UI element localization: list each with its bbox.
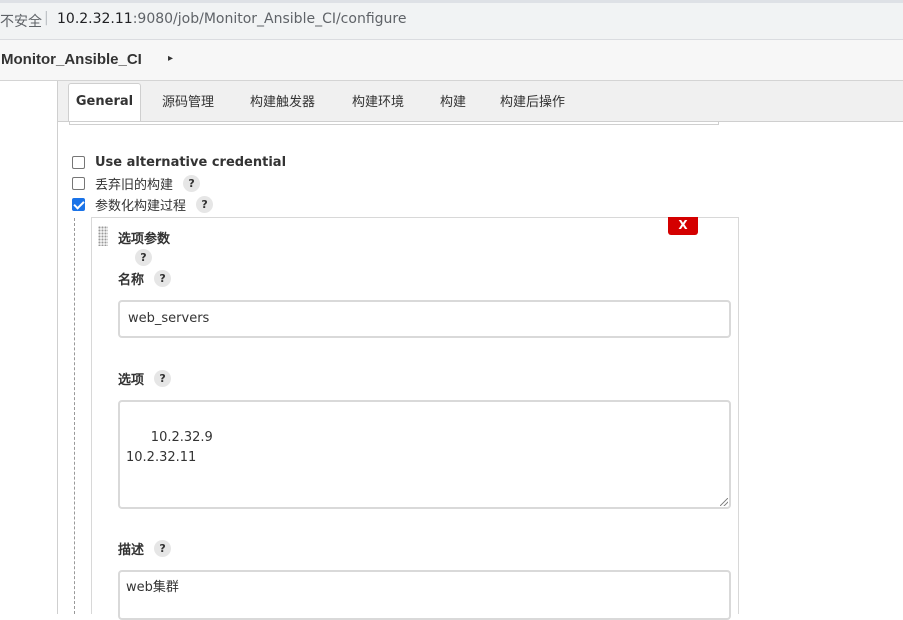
address-separator: | <box>44 10 49 26</box>
help-icon[interactable]: ? <box>183 174 201 192</box>
breadcrumb-job-link[interactable]: Monitor_Ansible_CI <box>1 51 142 68</box>
discard-old-builds-checkbox[interactable] <box>72 176 85 190</box>
tab-scm[interactable]: 源码管理 <box>162 91 214 110</box>
alt-credential-label[interactable]: Use alternative credential <box>95 155 286 170</box>
name-field-label: 名称 ? <box>118 269 172 288</box>
description-label-text: 描述 <box>118 543 145 558</box>
parameter-type-title: 选项参数 <box>118 232 171 247</box>
description-field-label: 描述 ? <box>118 539 172 558</box>
parameterized-build-checkbox[interactable] <box>72 197 85 211</box>
tab-strip-edge <box>0 0 903 3</box>
alt-credential-checkbox[interactable] <box>72 155 85 169</box>
resize-handle-icon[interactable] <box>720 498 728 506</box>
previous-section-edge <box>69 122 719 125</box>
nesting-guide-line <box>74 218 75 614</box>
choices-field-label: 选项 ? <box>118 369 172 388</box>
url-path: :9080/job/Monitor_Ansible_CI/configure <box>132 11 407 27</box>
choice-parameter-block: 选项参数 X ? 名称 ? web_servers 选项 ? 10.2.32.9… <box>91 217 739 620</box>
delete-parameter-button[interactable]: X <box>668 217 698 235</box>
help-icon[interactable]: ? <box>154 540 172 557</box>
description-textarea[interactable]: web集群 <box>118 570 731 620</box>
alt-credential-option: Use alternative credential <box>72 153 286 171</box>
insecure-indicator[interactable]: 不安全 <box>0 11 42 31</box>
choices-text: 10.2.32.9 10.2.32.11 <box>126 430 213 465</box>
help-icon[interactable]: ? <box>135 249 152 266</box>
tab-post-build[interactable]: 构建后操作 <box>500 91 565 110</box>
discard-old-builds-option: 丢弃旧的构建 ? <box>72 174 201 193</box>
tab-build-triggers[interactable]: 构建触发器 <box>250 91 315 110</box>
tab-build-env[interactable]: 构建环境 <box>352 91 404 110</box>
choices-textarea[interactable]: 10.2.32.9 10.2.32.11 <box>118 400 731 509</box>
config-tab-bar: General 源码管理 构建触发器 构建环境 构建 构建后操作 <box>58 81 903 122</box>
discard-old-builds-label[interactable]: 丢弃旧的构建 <box>95 174 173 193</box>
browser-address-bar[interactable]: 不安全 | 10.2.32.11:9080/job/Monitor_Ansibl… <box>0 0 903 40</box>
parameterized-build-label[interactable]: 参数化构建过程 <box>95 195 186 214</box>
url-host: 10.2.32.11 <box>57 11 133 27</box>
tab-general[interactable]: General <box>68 83 141 121</box>
config-panel: General 源码管理 构建触发器 构建环境 构建 构建后操作 Use alt… <box>57 81 903 620</box>
tab-build[interactable]: 构建 <box>440 91 466 110</box>
name-label-text: 名称 <box>118 273 145 288</box>
help-icon[interactable]: ? <box>196 195 214 213</box>
breadcrumb: Monitor_Ansible_CI ▸ <box>0 40 903 81</box>
name-input[interactable]: web_servers <box>118 300 731 338</box>
drag-handle-icon[interactable] <box>98 226 108 246</box>
help-icon[interactable]: ? <box>154 270 172 287</box>
choices-label-text: 选项 <box>118 373 145 388</box>
help-icon[interactable]: ? <box>154 370 172 387</box>
parameterized-build-option: 参数化构建过程 ? <box>72 195 214 214</box>
url-text[interactable]: 10.2.32.11:9080/job/Monitor_Ansible_CI/c… <box>57 11 406 27</box>
breadcrumb-menu-arrow-icon[interactable]: ▸ <box>168 53 173 64</box>
